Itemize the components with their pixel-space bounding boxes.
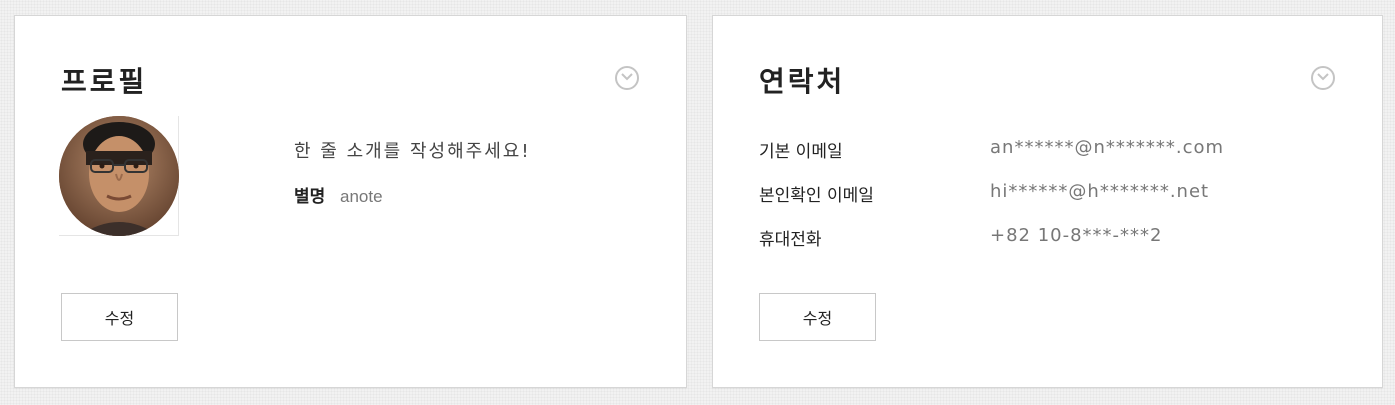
contact-edit-button[interactable]: 수정 [759,293,876,341]
contact-row-verification-email: 본인확인 이메일 hi******@h*******.net [759,181,1224,225]
contact-label: 본인확인 이메일 [759,186,874,206]
contact-collapse-toggle[interactable] [1311,66,1335,90]
user-photo-icon [59,116,179,236]
avatar[interactable] [59,116,179,236]
nickname-row: 별명 anote [294,182,383,207]
nickname-value: anote [340,187,383,206]
contact-title: 연락처 [759,65,846,98]
contact-list: 기본 이메일 an******@n*******.com 본인확인 이메일 hi… [759,137,1224,269]
profile-card: 프로필 한 줄 소개를 작성해주세요! 별명 anote 수정 [14,15,687,388]
profile-collapse-toggle[interactable] [615,66,639,90]
contact-label: 휴대전화 [759,230,822,250]
chevron-down-icon [1317,73,1329,81]
intro-text[interactable]: 한 줄 소개를 작성해주세요! [294,137,531,163]
nickname-label: 별명 [294,187,326,207]
contact-value: hi******@h*******.net [990,181,1210,202]
contact-label: 기본 이메일 [759,142,843,162]
contact-row-primary-email: 기본 이메일 an******@n*******.com [759,137,1224,181]
profile-edit-button[interactable]: 수정 [61,293,178,341]
profile-title: 프로필 [61,65,148,98]
chevron-down-icon [621,73,633,81]
contact-card: 연락처 기본 이메일 an******@n*******.com 본인확인 이메… [712,15,1383,388]
contact-value: +82 10-8***-***2 [990,225,1163,246]
contact-row-mobile: 휴대전화 +82 10-8***-***2 [759,225,1224,269]
contact-value: an******@n*******.com [990,137,1225,158]
